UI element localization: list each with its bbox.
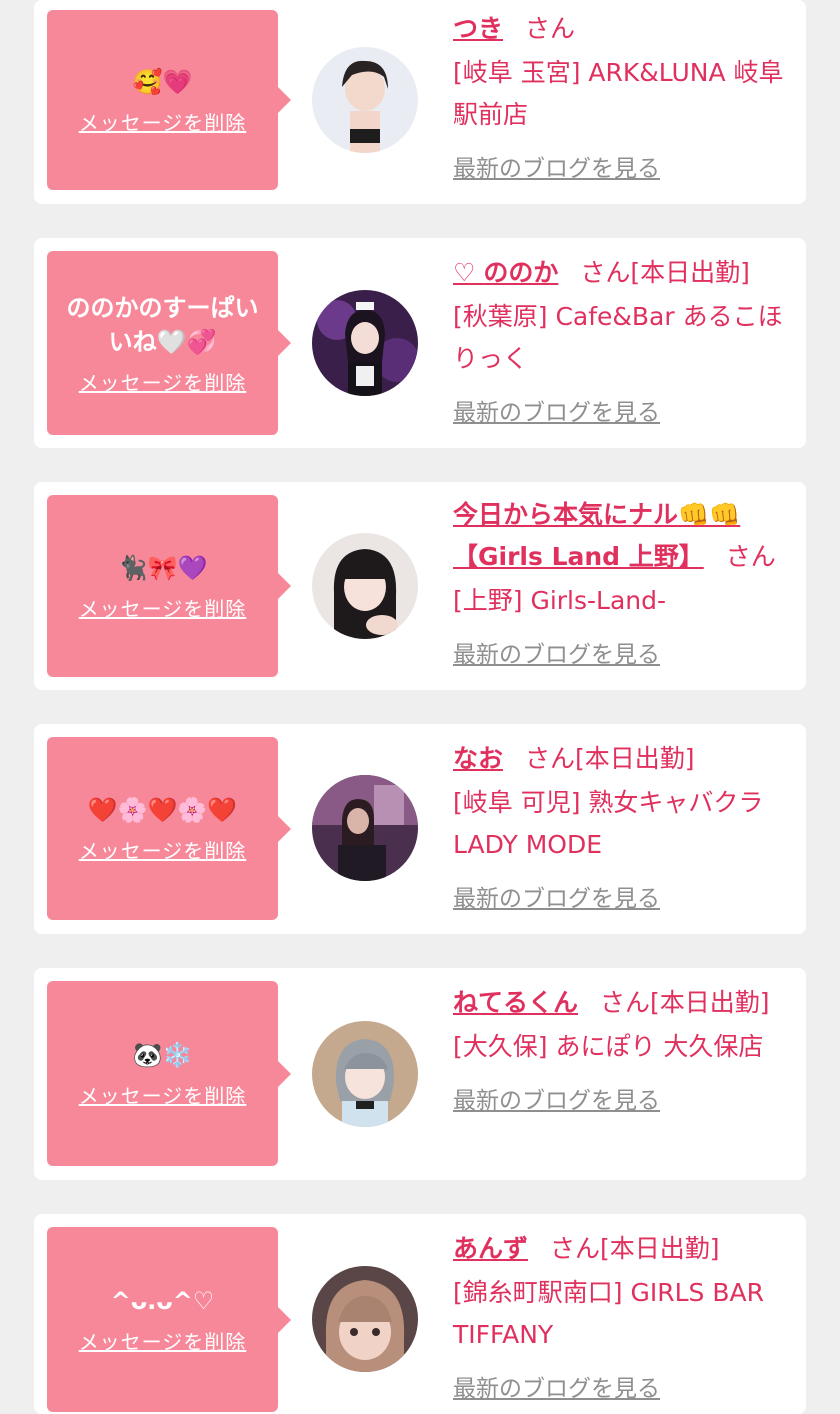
photo-avatar-icon	[312, 775, 418, 881]
delete-message-link[interactable]: メッセージを削除	[79, 1326, 247, 1355]
latest-blog-link[interactable]: 最新のブログを見る	[453, 392, 660, 434]
name-line: ♡ ののか さん[本日出勤]	[453, 252, 798, 294]
profile-info: ねてるくん さん[本日出勤] [大久保] あにぽり 大久保店 最新のブログを見る	[453, 982, 798, 1122]
name-line: あんず さん[本日出勤]	[453, 1228, 798, 1270]
latest-blog-link[interactable]: 最新のブログを見る	[453, 878, 660, 920]
photo-avatar-icon	[312, 533, 418, 639]
photo-avatar-icon	[312, 1021, 418, 1127]
message-card: ののかのすーぱいいね🤍💞 メッセージを削除 ♡ ののか さん[本日出勤] [秋葉原…	[34, 238, 806, 448]
profile-name-link[interactable]: 今日から本気にナル👊👊【Girls Land 上野】	[453, 500, 740, 571]
name-line: ねてるくん さん[本日出勤]	[453, 982, 798, 1024]
message-bubble: 🥰💗 メッセージを削除	[47, 10, 291, 190]
profile-name-link[interactable]: ♡ ののか	[453, 258, 558, 287]
message-text: ^ᴗ.ᴗ^♡	[110, 1287, 215, 1315]
message-bubble: 🐼❄️ メッセージを削除	[47, 981, 291, 1166]
profile-name-link[interactable]: あんず	[453, 1234, 528, 1263]
message-bubble: ののかのすーぱいいね🤍💞 メッセージを削除	[47, 251, 291, 435]
message-card: 🥰💗 メッセージを削除 つき さん [岐阜 玉宮] ARK&LUNA 岐阜駅前店 …	[34, 0, 806, 204]
photo-avatar-icon	[312, 1266, 418, 1372]
latest-blog-link[interactable]: 最新のブログを見る	[453, 634, 660, 676]
profile-info: あんず さん[本日出勤] [錦糸町駅南口] GIRLS BAR TIFFANY 最…	[453, 1228, 798, 1410]
message-text: ❤️🌸❤️🌸❤️	[87, 796, 238, 824]
delete-message-link[interactable]: メッセージを削除	[79, 835, 247, 864]
profile-info: ♡ ののか さん[本日出勤] [秋葉原] Cafe&Bar あるこほりっく 最新の…	[453, 252, 798, 434]
message-card: 🐈‍⬛🎀💜 メッセージを削除 今日から本気にナル👊👊【Girls Land 上野…	[34, 482, 806, 690]
shop-text: [岐阜 玉宮] ARK&LUNA 岐阜駅前店	[453, 58, 784, 129]
message-card: 🐼❄️ メッセージを削除 ねてるくん さん[本日出勤] [大久保] あにぽり 大久…	[34, 968, 806, 1180]
message-bubble: ❤️🌸❤️🌸❤️ メッセージを削除	[47, 737, 291, 920]
profile-info: なお さん[本日出勤] [岐阜 可児] 熟女キャバクラ LADY MODE 最新の…	[453, 738, 798, 920]
profile-name-link[interactable]: つき	[453, 14, 503, 43]
delete-message-link[interactable]: メッセージを削除	[79, 107, 247, 136]
message-card: ^ᴗ.ᴗ^♡ メッセージを削除 あんず さん[本日出勤] [錦糸町駅南口] GIR…	[34, 1214, 806, 1414]
name-line: つき さん	[453, 8, 798, 50]
profile-name-text: ののか	[483, 258, 559, 287]
on-duty-badge: [本日出勤]	[650, 988, 770, 1017]
latest-blog-link[interactable]: 最新のブログを見る	[453, 1080, 660, 1122]
message-text: 🥰💗	[132, 67, 193, 96]
heart-icon: ♡	[453, 258, 484, 287]
profile-name-link[interactable]: ねてるくん	[453, 988, 578, 1017]
san-label: さん	[525, 14, 576, 43]
latest-blog-link[interactable]: 最新のブログを見る	[453, 1368, 660, 1410]
shop-text: [岐阜 可児] 熟女キャバクラ LADY MODE	[453, 788, 764, 859]
avatar[interactable]	[312, 775, 418, 881]
profile-info: つき さん [岐阜 玉宮] ARK&LUNA 岐阜駅前店 最新のブログを見る	[453, 8, 798, 190]
name-line: 今日から本気にナル👊👊【Girls Land 上野】 さん	[453, 494, 798, 578]
message-text: 🐈‍⬛🎀💜	[117, 553, 208, 582]
message-bubble: 🐈‍⬛🎀💜 メッセージを削除	[47, 495, 291, 677]
avatar[interactable]	[312, 1266, 418, 1372]
photo-avatar-icon	[312, 47, 418, 153]
name-line: なお さん[本日出勤]	[453, 738, 798, 780]
avatar[interactable]	[312, 533, 418, 639]
message-text: 🐼❄️	[132, 1041, 193, 1069]
shop-text: [秋葉原] Cafe&Bar あるこほりっく	[453, 302, 783, 373]
san-label: さん	[550, 1234, 601, 1263]
profile-name-link[interactable]: なお	[453, 744, 503, 773]
avatar[interactable]	[312, 290, 418, 396]
profile-info: 今日から本気にナル👊👊【Girls Land 上野】 さん [上野] Girls-…	[453, 494, 798, 676]
san-label: さん	[580, 258, 631, 287]
shop-text: [大久保] あにぽり 大久保店	[453, 1032, 764, 1061]
latest-blog-link[interactable]: 最新のブログを見る	[453, 148, 660, 190]
message-bubble: ^ᴗ.ᴗ^♡ メッセージを削除	[47, 1227, 291, 1412]
on-duty-badge: [本日出勤]	[600, 1234, 720, 1263]
message-text: ののかのすーぱいいね🤍💞	[66, 293, 259, 356]
san-label: さん	[525, 744, 576, 773]
delete-message-link[interactable]: メッセージを削除	[79, 593, 247, 622]
shop-text: [上野] Girls-Land-	[453, 586, 667, 615]
shop-text: [錦糸町駅南口] GIRLS BAR TIFFANY	[453, 1278, 764, 1349]
photo-avatar-icon	[312, 290, 418, 396]
avatar[interactable]	[312, 47, 418, 153]
avatar[interactable]	[312, 1021, 418, 1127]
san-label: さん	[600, 988, 651, 1017]
delete-message-link[interactable]: メッセージを削除	[79, 367, 247, 396]
delete-message-link[interactable]: メッセージを削除	[79, 1080, 247, 1109]
on-duty-badge: [本日出勤]	[630, 258, 750, 287]
on-duty-badge: [本日出勤]	[575, 744, 695, 773]
message-card: ❤️🌸❤️🌸❤️ メッセージを削除 なお さん[本日出勤] [岐阜 可児] 熟女キ…	[34, 724, 806, 934]
san-label: さん	[725, 542, 776, 571]
